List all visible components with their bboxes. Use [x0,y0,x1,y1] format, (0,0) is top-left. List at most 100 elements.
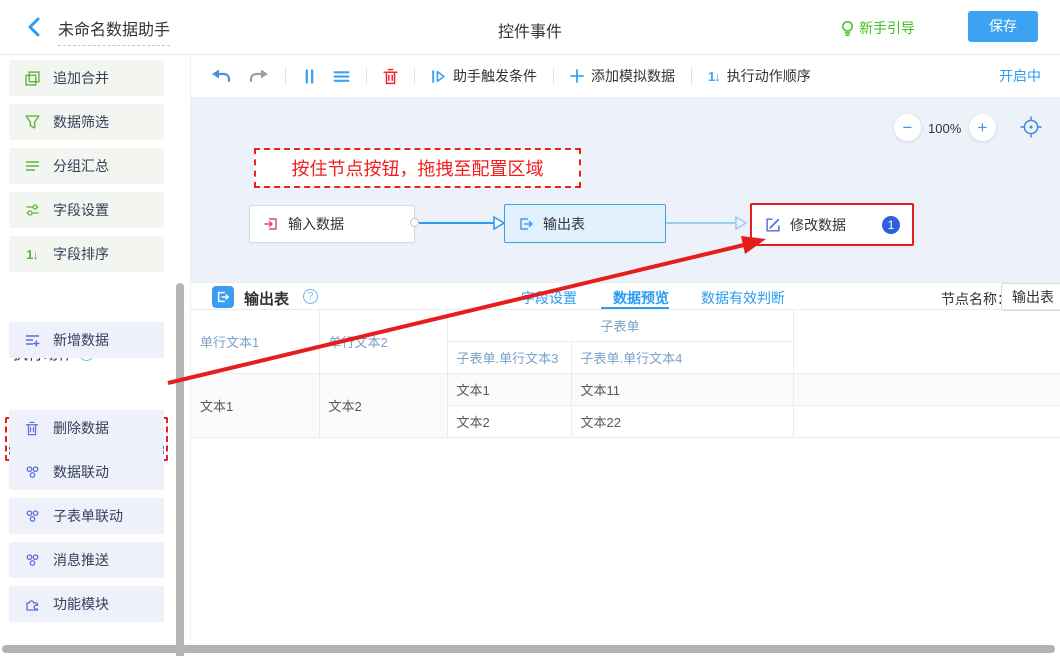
save-button[interactable]: 保存 [968,11,1038,42]
action-order-label: 执行动作顺序 [727,66,811,86]
zoom-level: 100% [928,121,961,136]
trigger-condition-label: 助手触发条件 [453,66,537,86]
empty-cell [793,374,1060,406]
function-module-icon [24,597,40,612]
sidebar-item-function-module[interactable]: 功能模块 [9,586,164,622]
column-group-header: 子表单 [447,310,793,342]
node-label: 输入数据 [288,214,344,234]
sidebar-item-message-push[interactable]: 消息推送 [9,542,164,578]
align-horizontal-icon [333,70,350,83]
sidebar: 追加合并 数据筛选 分组汇总 字段设置 1↓ 字段排序 执行动作 ? 新增数据 [0,55,190,656]
sidebar-item-label: 分组汇总 [53,156,109,176]
sidebar-item-data-linkage[interactable]: 数据联动 [9,454,164,490]
panel-header: 输出表 ? 字段设置 数据预览 数据有效判断 节点名称： [191,283,1060,310]
column-header: 子表单.单行文本3 [447,342,571,374]
align-vertical-icon [302,69,317,84]
delete-node-button[interactable] [383,68,398,85]
output-table-icon [212,286,234,308]
node-config-panel: 输出表 ? 字段设置 数据预览 数据有效判断 节点名称： 单行文本1 单行文本2… [191,282,1060,656]
field-settings-icon [24,204,40,216]
reset-view-button[interactable] [1020,116,1042,138]
table-cell: 文本11 [571,374,793,406]
drag-hint-tooltip: 按住节点按钮，拖拽至配置区域 [254,148,581,188]
node-output-port[interactable] [410,218,419,227]
trigger-condition-button[interactable]: 助手触发条件 [431,66,537,86]
input-data-icon [263,216,279,232]
empty-header-cell [793,310,1060,374]
panel-title: 输出表 [244,288,289,309]
message-push-icon [24,553,40,567]
edge-arrowhead-icon [735,216,747,230]
sidebar-item-label: 字段排序 [53,244,109,264]
filter-icon [24,115,40,129]
tab-data-preview[interactable]: 数据预览 [613,288,669,308]
undo-button[interactable] [211,68,232,84]
edge-input-to-output [419,222,494,224]
beginner-guide-link[interactable]: 新手引导 [841,18,915,38]
merge-icon [24,71,40,86]
column-header: 单行文本1 [191,310,319,374]
trash-icon [24,421,40,436]
node-label: 修改数据 [790,215,846,235]
trash-icon [383,68,398,85]
node-input-data[interactable]: 输入数据 [249,205,415,243]
sidebar-scrollbar[interactable] [176,283,184,656]
table-cell: 文本22 [571,406,793,438]
sidebar-item-append-merge[interactable]: 追加合并 [9,60,164,96]
zoom-out-button[interactable]: − [894,114,921,141]
sidebar-item-label: 子表单联动 [53,506,123,526]
table-cell: 文本1 [447,374,571,406]
action-order-button[interactable]: 1↓ 执行动作顺序 [708,66,811,86]
redo-icon [248,68,269,84]
sidebar-item-add-data[interactable]: 新增数据 [9,322,164,358]
table-row: 文本1 文本2 文本1 文本11 [191,374,1060,406]
table-cell: 文本2 [319,374,447,438]
sidebar-item-subform-linkage[interactable]: 子表单联动 [9,498,164,534]
sidebar-item-data-filter[interactable]: 数据筛选 [9,104,164,140]
tab-data-validity[interactable]: 数据有效判断 [701,288,785,308]
beginner-guide-label: 新手引导 [859,18,915,38]
sidebar-item-label: 数据联动 [53,462,109,482]
edge-output-to-modify [666,222,736,224]
data-preview-table: 单行文本1 单行文本2 子表单 子表单.单行文本3 子表单.单行文本4 文本1 … [191,309,1060,438]
add-mock-data-button[interactable]: 添加模拟数据 [570,66,675,86]
sidebar-item-group-summary[interactable]: 分组汇总 [9,148,164,184]
node-name-input[interactable] [1001,283,1060,311]
table-cell: 文本2 [447,406,571,438]
status-toggle[interactable]: 开启中 [999,66,1041,86]
sidebar-item-field-sort[interactable]: 1↓ 字段排序 [9,236,164,272]
main-area: 助手触发条件 添加模拟数据 1↓ 执行动作顺序 开启中 按住节点按钮，拖拽至配置… [190,55,1060,656]
sidebar-item-label: 字段设置 [53,200,109,220]
sidebar-item-label: 新增数据 [53,330,109,350]
sidebar-item-delete-data[interactable]: 删除数据 [9,410,164,446]
lightbulb-icon [841,20,854,37]
node-modify-data[interactable]: 修改数据 1 [750,203,914,246]
align-horizontal-button[interactable] [333,70,350,83]
data-linkage-icon [24,465,40,479]
subform-linkage-icon [24,509,40,523]
align-vertical-button[interactable] [302,69,317,84]
edit-data-icon [765,217,781,233]
sidebar-item-label: 删除数据 [53,418,109,438]
undo-icon [211,68,232,84]
field-sort-icon: 1↓ [24,247,40,262]
node-output-table[interactable]: 输出表 [504,204,666,243]
zoom-in-button[interactable]: + [969,114,996,141]
toolbar-divider [285,67,286,85]
toolbar-divider [366,67,367,85]
crosshair-icon [1020,116,1042,138]
sidebar-item-label: 功能模块 [53,594,109,614]
toolbar-divider [553,67,554,85]
node-label: 输出表 [543,214,585,234]
sidebar-item-label: 数据筛选 [53,112,109,132]
tab-field-settings[interactable]: 字段设置 [521,288,577,308]
empty-cell [793,406,1060,438]
flow-canvas[interactable]: 按住节点按钮，拖拽至配置区域 输入数据 输出表 修改数据 1 [191,97,1060,282]
group-summary-icon [24,160,40,172]
redo-button[interactable] [248,68,269,84]
column-header: 单行文本2 [319,310,447,374]
sidebar-item-field-settings[interactable]: 字段设置 [9,192,164,228]
canvas-toolbar: 助手触发条件 添加模拟数据 1↓ 执行动作顺序 开启中 [191,55,1060,97]
horizontal-scrollbar[interactable] [2,645,1055,653]
help-icon[interactable]: ? [303,289,318,304]
